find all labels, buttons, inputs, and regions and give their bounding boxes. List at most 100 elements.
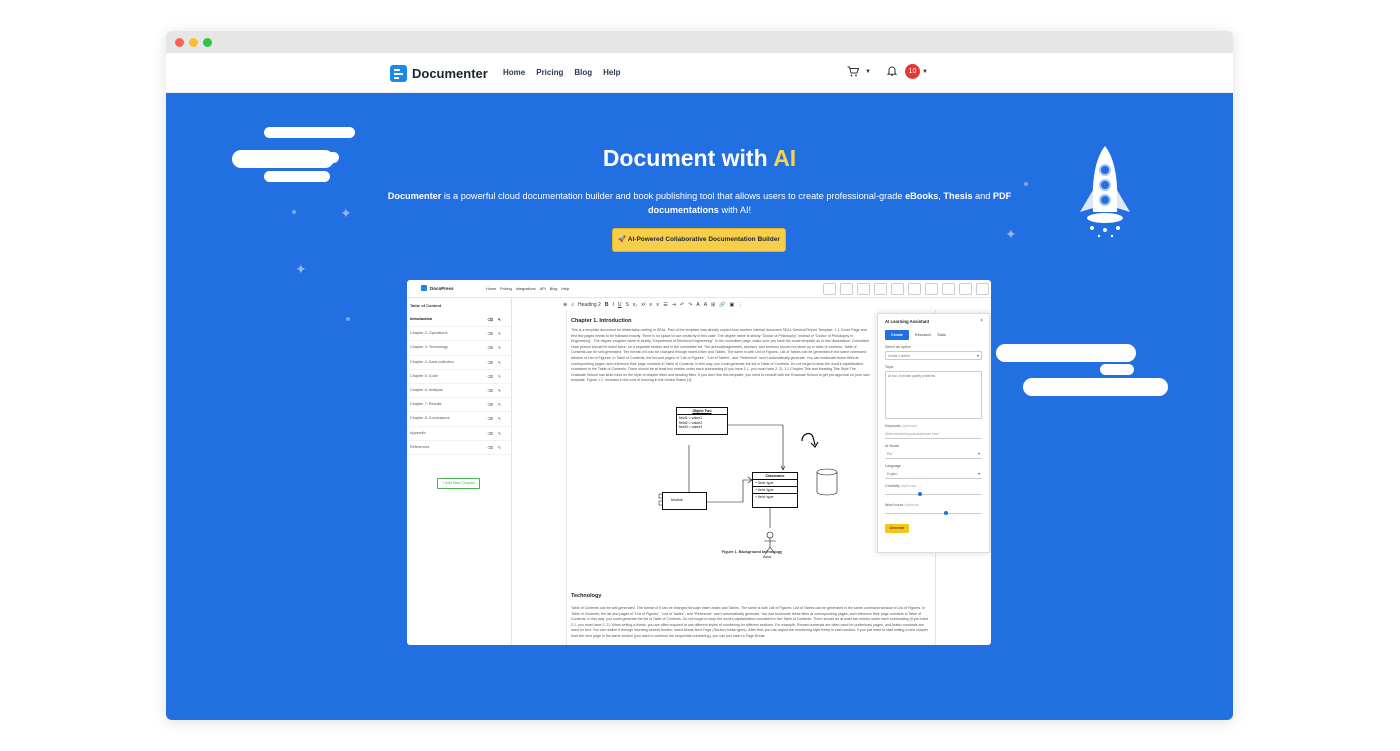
wordcount-slider[interactable]	[885, 509, 982, 517]
toc-item[interactable]: Chapter 7: Results ⌫✎	[407, 398, 511, 413]
uml-object-field: field3 = value3	[679, 425, 703, 429]
app-nav-api[interactable]: API	[540, 287, 546, 291]
app-nav-pricing[interactable]: Pricing	[500, 287, 512, 291]
superscript-icon[interactable]: x²	[641, 302, 645, 308]
option-select[interactable]: Create Content	[885, 351, 982, 360]
bold-icon[interactable]: B	[605, 302, 609, 308]
model-label: AI Model	[885, 444, 900, 448]
creativity-slider-handle[interactable]	[918, 492, 923, 496]
model-select[interactable]: Pro	[885, 450, 982, 459]
toc-item[interactable]: Appendix ⌫✎	[407, 427, 511, 441]
style-select[interactable]: Heading 2	[578, 302, 601, 308]
page-icon[interactable]	[908, 283, 921, 295]
undo-icon[interactable]: ↶	[680, 302, 684, 308]
file-icon[interactable]	[942, 283, 955, 295]
indent-icon[interactable]: ⇥	[672, 302, 676, 308]
align-center-icon[interactable]: ≡	[656, 302, 659, 308]
toc-item[interactable]: Chapter 4: Data collection ⌫✎	[407, 356, 511, 370]
history-icon[interactable]	[823, 283, 836, 295]
toc-item-actions-icon[interactable]: ⌫✎	[487, 317, 506, 322]
tab-research[interactable]: Research	[915, 333, 931, 337]
bulb-icon[interactable]	[925, 283, 938, 295]
strikethrough-icon[interactable]: S	[625, 302, 628, 308]
list-icon[interactable]: ☰	[663, 302, 667, 308]
notification-badge[interactable]: 10	[905, 64, 920, 79]
topic-textarea[interactable]: AI tool of private quality problems	[885, 371, 982, 419]
wordcount-slider-handle[interactable]	[943, 511, 948, 515]
app-preview: DocoPress Home Pricing Integrations API …	[407, 280, 991, 645]
star-dot	[1024, 182, 1028, 186]
toc-item-actions-icon[interactable]: ⌫✎	[487, 431, 506, 436]
home-icon[interactable]	[976, 283, 989, 295]
toc-item[interactable]: Introduction ⌫✎	[407, 313, 511, 328]
nav-pricing[interactable]: Pricing	[536, 68, 563, 77]
italic-icon[interactable]: I	[612, 302, 613, 308]
app-logo[interactable]: DocoPress	[421, 285, 454, 291]
close-window-dot[interactable]	[175, 38, 184, 47]
uml-class-field: + field: type	[753, 487, 797, 494]
toc-item-actions-icon[interactable]: ⌫✎	[487, 345, 506, 350]
site-navbar: Documenter Home Pricing Blog Help ▼ 10 ▼	[166, 53, 1233, 93]
toc-item[interactable]: Chapter 3: Technology ⌫✎	[407, 341, 511, 356]
toc-item[interactable]: Chapter 6: Analysis ⌫✎	[407, 384, 511, 399]
nav-home[interactable]: Home	[503, 68, 525, 77]
add-chapter-button[interactable]: + Add New Chapter	[437, 478, 480, 489]
toc-item-actions-icon[interactable]: ⌫✎	[487, 331, 506, 336]
app-nav-home[interactable]: Home	[486, 287, 496, 291]
maximize-window-dot[interactable]	[203, 38, 212, 47]
uml-class-field: + field: type	[753, 480, 797, 487]
toc-item-actions-icon[interactable]: ⌫✎	[487, 402, 506, 407]
link-icon[interactable]: 🔗	[719, 302, 725, 308]
print-icon[interactable]	[959, 283, 972, 295]
generate-button[interactable]: Generate	[885, 524, 909, 533]
toc-item-actions-icon[interactable]: ⌫✎	[487, 416, 506, 421]
tab-stats[interactable]: Stats	[937, 333, 946, 337]
table-icon[interactable]: ⊞	[711, 302, 715, 308]
creativity-slider[interactable]	[885, 490, 982, 498]
cart-chevron-down-icon[interactable]: ▼	[865, 69, 871, 75]
nav-help[interactable]: Help	[603, 68, 620, 77]
keywords-input[interactable]: Write relevant keywords/phrases here	[885, 430, 982, 439]
subscript-icon[interactable]: x₂	[633, 302, 637, 308]
user-chevron-down-icon[interactable]: ▼	[922, 69, 928, 75]
image-icon[interactable]: ▣	[729, 302, 734, 308]
document-icon[interactable]	[891, 283, 904, 295]
cta-button[interactable]: 🚀 AI-Powered Collaborative Documentation…	[612, 228, 786, 252]
cloud-decoration	[264, 171, 330, 182]
nav-blog[interactable]: Blog	[574, 68, 592, 77]
search-icon[interactable]: ⌕	[571, 302, 574, 308]
info-icon[interactable]	[840, 283, 853, 295]
toc-item-actions-icon[interactable]: ⌫✎	[487, 360, 506, 365]
toc-item[interactable]: References ⌫✎	[407, 441, 511, 455]
bell-icon[interactable]	[886, 66, 898, 80]
highlight-icon[interactable]: A	[704, 302, 707, 308]
toc-item[interactable]: Chapter 5: Code ⌫✎	[407, 370, 511, 384]
toc-item[interactable]: Chapter 2: Operations ⌫✎	[407, 327, 511, 342]
calculator-icon[interactable]	[857, 283, 870, 295]
toc-item-label: Chapter 2: Operations	[410, 331, 448, 336]
hero-section: ✦ ✦ ✦ Document with AI Documenter is a p…	[166, 93, 1233, 720]
star-dot	[346, 317, 350, 321]
app-nav-help[interactable]: Help	[561, 287, 569, 291]
more-icon[interactable]: ⋮	[738, 302, 743, 308]
cart-icon[interactable]	[847, 66, 860, 80]
font-icon[interactable]: A	[696, 302, 699, 308]
sparkle-icon: ✦	[295, 261, 307, 277]
toc-item[interactable]: Chapter 8: Conclusions ⌫✎	[407, 412, 511, 427]
toc-item-actions-icon[interactable]: ⌫✎	[487, 445, 506, 450]
app-nav-blog[interactable]: Blog	[550, 287, 558, 291]
underline-icon[interactable]: U	[618, 302, 622, 308]
toc-item-actions-icon[interactable]: ⌫✎	[487, 374, 506, 379]
desc-thesis: Thesis	[943, 191, 973, 201]
minimize-window-dot[interactable]	[189, 38, 198, 47]
toc-item-actions-icon[interactable]: ⌫✎	[487, 388, 506, 393]
align-left-icon[interactable]: ≡	[649, 302, 652, 308]
redo-icon[interactable]: ↷	[688, 302, 692, 308]
app-nav-integrations[interactable]: Integrations	[516, 287, 536, 291]
close-icon[interactable]: ×	[980, 318, 983, 324]
zoom-icon[interactable]: ⊕	[563, 302, 567, 308]
mail-icon[interactable]	[874, 283, 887, 295]
tab-create[interactable]: Create	[885, 330, 909, 340]
language-select[interactable]: English	[885, 470, 982, 479]
site-logo[interactable]: Documenter	[390, 65, 488, 82]
